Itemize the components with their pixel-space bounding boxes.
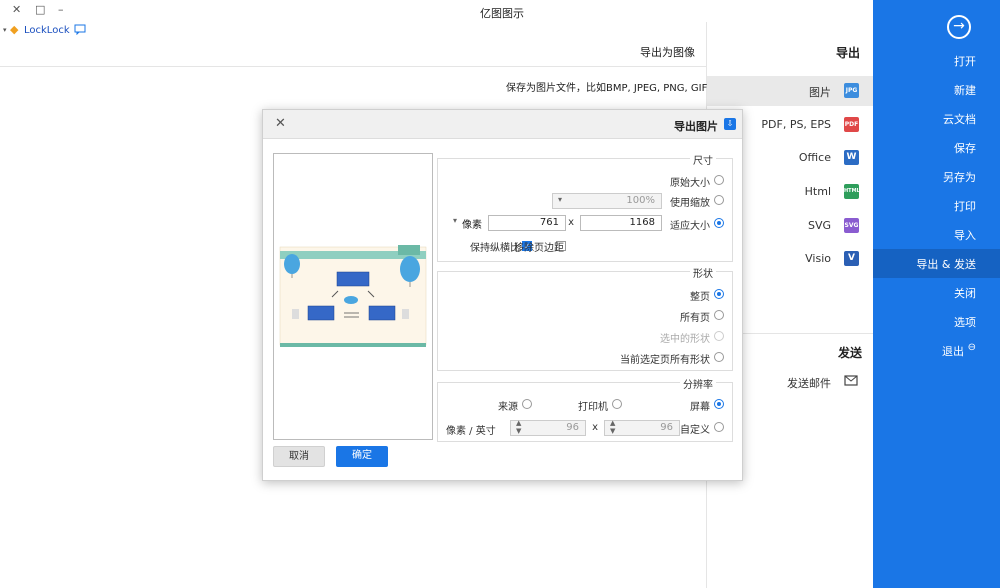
radio-selected-shapes[interactable]: 选中的形状 (574, 330, 724, 345)
export-item-label: Office (798, 151, 831, 164)
times-separator: x (592, 422, 598, 433)
word-file-icon: W (844, 150, 859, 165)
sidebar-item-open[interactable]: 打开 (873, 46, 1000, 75)
chevron-down-icon: ▾ (453, 216, 458, 225)
export-item-label: PDF, PS, EPS (761, 118, 831, 131)
export-item-label: Visio (805, 252, 831, 265)
radio-current-page-shapes[interactable]: 当前选定页所有形状 (574, 351, 724, 366)
sidebar-item-save[interactable]: 保存 (873, 133, 1000, 162)
cancel-button[interactable]: 取消 (273, 446, 325, 467)
export-preview (273, 153, 433, 440)
dialog-title: 导出图片 (674, 120, 718, 133)
divider (0, 66, 706, 67)
width-input[interactable]: 1168 (580, 215, 662, 231)
export-image-icon: ⇩ (724, 118, 736, 130)
radio-button[interactable] (714, 352, 724, 362)
send-email-label: 发送邮件 (787, 377, 831, 390)
radio-button[interactable] (714, 422, 724, 432)
radio-printer[interactable]: 打印机 (562, 398, 622, 413)
window-title: 亿图图示 (480, 7, 524, 20)
radio-button[interactable] (714, 175, 724, 185)
visio-file-icon: V (844, 251, 859, 266)
sidebar-item-import[interactable]: 导入 (873, 220, 1000, 249)
send-heading: 发送 (838, 346, 863, 360)
size-group-title: 尺寸 (690, 152, 716, 167)
zoom-select[interactable]: 100% ▾ (552, 193, 662, 209)
sidebar-item-print[interactable]: 打印 (873, 191, 1000, 220)
minimize-window-icon[interactable]: – (58, 3, 64, 16)
radio-button[interactable] (714, 331, 724, 341)
export-item-label: SVG (807, 219, 831, 232)
export-item-label: 图片 (809, 86, 831, 99)
radio-screen[interactable]: 屏幕 (664, 398, 724, 413)
export-item-label: Html (804, 185, 831, 198)
radio-button[interactable] (612, 399, 622, 409)
sidebar-item-exit[interactable]: 退出 ⊖ (873, 336, 1000, 365)
back-arrow-icon[interactable]: → (947, 15, 971, 39)
dpi-x-input[interactable]: 96 ▲ ▼ (604, 419, 680, 436)
email-send-icon (844, 375, 858, 386)
dpi-unit-label: 像素 / 英寸 (446, 426, 496, 437)
export-heading: 导出 (836, 46, 861, 60)
title-bar: ✕ □ – 亿图图示 (0, 0, 873, 22)
sidebar-item-cloud[interactable]: 云文档 (873, 104, 1000, 133)
svg-file-icon: SVG (844, 218, 859, 233)
unit-select[interactable]: 像素 ▾ (448, 215, 488, 231)
dpi-y-input[interactable]: 96 ▲ ▼ (510, 419, 586, 436)
jpg-file-icon: JPG (844, 83, 859, 98)
radio-button[interactable] (714, 195, 724, 205)
ok-button[interactable]: 确定 (336, 446, 388, 467)
radio-all-pages[interactable]: 所有页 (574, 309, 724, 324)
radio-button[interactable] (714, 399, 724, 409)
chevron-down-icon[interactable]: ▾ (3, 26, 7, 34)
vip-diamond-icon: ◆ (10, 23, 19, 36)
shape-range-title: 形状 (690, 265, 716, 280)
user-bar: ▾ ◆ LockLock (0, 22, 873, 40)
export-item-image[interactable]: 图片 JPG (707, 76, 873, 106)
times-separator: x (568, 217, 574, 228)
page-title: 导出为图像 (640, 46, 695, 59)
pdf-file-icon: PDF (844, 117, 859, 132)
radio-whole-page[interactable]: 整页 (574, 288, 724, 303)
export-image-dialog: ✕ 导出图片 ⇩ 尺寸 原始大小 使用缩放 100% ▾ 适应大小 1168 x… (262, 109, 743, 481)
close-icon[interactable]: ✕ (275, 116, 286, 131)
stepper-icon[interactable]: ▲ ▼ (516, 419, 521, 435)
remove-margin-label: 移除页边距 (514, 243, 564, 254)
dialog-header: ✕ 导出图片 ⇩ (263, 110, 742, 139)
radio-button[interactable] (714, 218, 724, 228)
resolution-title: 分辨率 (680, 376, 716, 391)
sidebar-item-new[interactable]: 新建 (873, 75, 1000, 104)
radio-button[interactable] (714, 289, 724, 299)
radio-original-size[interactable]: 原始大小 (624, 174, 724, 189)
keep-ratio-label: 保持纵横比 (470, 243, 520, 254)
radio-button[interactable] (714, 310, 724, 320)
height-input[interactable]: 761 (488, 215, 566, 231)
sidebar-item-options[interactable]: 选项 (873, 307, 1000, 336)
exit-icon: ⊖ (967, 342, 976, 353)
diagram-thumbnail (279, 245, 427, 347)
close-window-icon[interactable]: ✕ (12, 3, 21, 16)
message-icon[interactable] (74, 24, 86, 35)
chevron-down-icon: ▾ (558, 195, 563, 204)
sidebar-item-close[interactable]: 关闭 (873, 278, 1000, 307)
user-name[interactable]: LockLock (24, 25, 70, 36)
stepper-icon[interactable]: ▲ ▼ (610, 419, 615, 435)
maximize-window-icon[interactable]: □ (35, 3, 45, 16)
radio-source[interactable]: 来源 (472, 398, 532, 413)
html-file-icon: HTML (844, 184, 860, 199)
radio-button[interactable] (522, 399, 532, 409)
size-group: 尺寸 原始大小 使用缩放 100% ▾ 适应大小 1168 x 761 像素 ▾… (437, 152, 733, 262)
page-description: 保存为图片文件，比如BMP, JPEG, PNG, GIF格式。 (506, 83, 738, 94)
shape-range-group: 形状 整页 所有页 选中的形状 当前选定页所有形状 (437, 265, 733, 371)
sidebar-item-save-as[interactable]: 另存为 (873, 162, 1000, 191)
sidebar-item-export-send[interactable]: 导出 & 发送 (873, 249, 1000, 278)
resolution-group: 分辨率 屏幕 打印机 来源 自定义 96 ▲ ▼ x 96 ▲ ▼ 像素 / 英寸 (437, 376, 733, 442)
